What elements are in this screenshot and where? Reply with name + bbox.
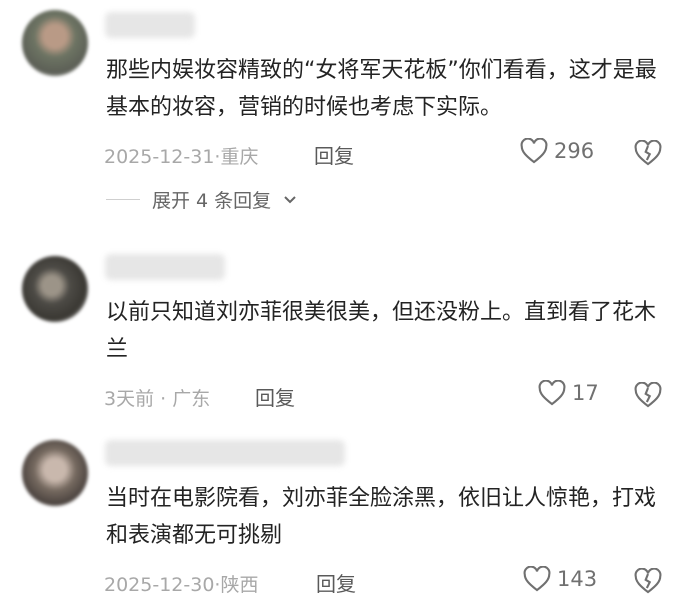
like-count: 143 [557, 567, 598, 591]
username-blurred[interactable] [105, 440, 345, 466]
dislike-button[interactable] [634, 382, 662, 408]
reply-button[interactable]: 回复 [314, 140, 354, 169]
broken-heart-icon [634, 140, 662, 166]
heart-outline-icon [520, 138, 548, 164]
username-blurred[interactable] [105, 12, 195, 38]
like-button[interactable]: 296 [520, 138, 594, 164]
avatar[interactable] [22, 440, 88, 506]
reply-button[interactable]: 回复 [255, 382, 295, 411]
comment-text: 当时在电影院看，刘亦菲全脸涂黑，依旧让人惊艳，打戏和表演都无可挑剔 [106, 486, 657, 548]
like-count: 296 [554, 139, 595, 163]
comment-meta: 2025-12-31·重庆 [104, 146, 259, 168]
expand-replies-label: 展开 4 条回复 [152, 190, 272, 212]
like-button[interactable]: 143 [523, 566, 597, 592]
comment-meta: 3天前 · 广东 [104, 388, 211, 410]
avatar[interactable] [22, 10, 88, 76]
chevron-down-icon [283, 195, 297, 205]
heart-outline-icon [523, 566, 551, 592]
username-blurred[interactable] [105, 254, 225, 280]
expand-replies-button[interactable]: 展开 4 条回复 [106, 186, 297, 213]
like-count: 17 [572, 381, 599, 405]
broken-heart-icon [634, 568, 662, 594]
comment-text: 以前只知道刘亦菲很美很美，但还没粉上。直到看了花木兰 [106, 300, 657, 362]
avatar[interactable] [22, 256, 88, 322]
like-button[interactable]: 17 [538, 380, 599, 406]
reply-button[interactable]: 回复 [316, 568, 356, 597]
comment-text: 那些内娱妆容精致的“女将军天花板”你们看看，这才是最基本的妆容，营销的时候也考虑… [106, 58, 657, 120]
dislike-button[interactable] [634, 140, 662, 166]
dislike-button[interactable] [634, 568, 662, 594]
heart-outline-icon [538, 380, 566, 406]
comment-meta: 2025-12-30·陕西 [104, 574, 259, 596]
divider-line [106, 199, 140, 200]
broken-heart-icon [634, 382, 662, 408]
